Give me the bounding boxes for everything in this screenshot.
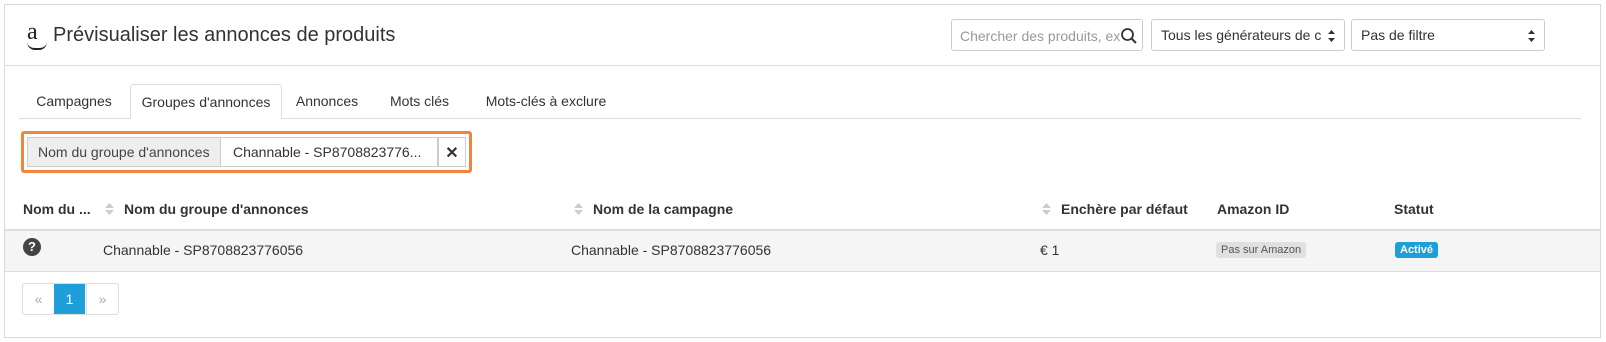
pagination: « 1 » xyxy=(22,283,119,315)
tab-campagnes[interactable]: Campagnes xyxy=(19,84,129,118)
sort-icon[interactable] xyxy=(104,201,115,217)
filter-select[interactable]: Pas de filtre xyxy=(1351,19,1545,51)
tab-groupes-annonces[interactable]: Groupes d'annonces xyxy=(130,84,282,119)
tab-mots-cles-exclure[interactable]: Mots-clés à exclure xyxy=(467,84,625,118)
amazon-status-badge: Pas sur Amazon xyxy=(1216,242,1307,258)
select-arrows-icon xyxy=(1528,30,1535,42)
remove-filter-button[interactable]: ✕ xyxy=(438,137,466,167)
pagination-next-button[interactable]: » xyxy=(86,284,118,314)
cell-ad-group: Channable - SP8708823776056 xyxy=(103,242,304,258)
sort-icon[interactable] xyxy=(573,201,584,217)
column-header-bid[interactable]: Enchère par défaut xyxy=(1061,201,1188,217)
column-header-ad-group[interactable]: Nom du groupe d'annonces xyxy=(124,201,309,217)
column-header-amazon-id: Amazon ID xyxy=(1217,201,1290,217)
amazon-logo-icon: a xyxy=(27,20,49,50)
table-header: Nom du ... Nom du groupe d'annonces Nom … xyxy=(5,191,1600,229)
pagination-prev-button[interactable]: « xyxy=(23,284,54,314)
search-input[interactable] xyxy=(960,26,1120,46)
tab-annonces[interactable]: Annonces xyxy=(282,84,372,118)
column-header-campaign[interactable]: Nom de la campagne xyxy=(593,201,733,217)
generator-select-value: Tous les générateurs de c xyxy=(1161,27,1322,43)
status-badge: Activé xyxy=(1395,242,1439,258)
panel-header: a Prévisualiser les annonces de produits… xyxy=(5,5,1600,66)
cell-bid: € 1 xyxy=(1040,242,1060,258)
question-icon[interactable]: ? xyxy=(23,238,41,256)
generator-select[interactable]: Tous les générateurs de c xyxy=(1151,19,1345,51)
filter-label: Nom du groupe d'annonces xyxy=(27,137,221,167)
preview-panel: a Prévisualiser les annonces de produits… xyxy=(4,4,1601,338)
tab-bar: Campagnes Groupes d'annonces Annonces Mo… xyxy=(19,84,1581,119)
column-header-status: Statut xyxy=(1394,201,1434,217)
search-icon[interactable] xyxy=(1120,27,1138,45)
filter-select-value: Pas de filtre xyxy=(1361,27,1435,43)
active-filter-chip: Nom du groupe d'annonces Channable - SP8… xyxy=(21,131,472,173)
cell-campaign: Channable - SP8708823776056 xyxy=(571,242,772,258)
sort-icon[interactable] xyxy=(1041,201,1052,217)
filter-value: Channable - SP8708823776... xyxy=(221,137,438,167)
tab-mots-cles[interactable]: Mots clés xyxy=(372,84,467,118)
page-title: Prévisualiser les annonces de produits xyxy=(53,24,396,46)
pagination-page-1[interactable]: 1 xyxy=(54,284,85,314)
column-header-nom[interactable]: Nom du ... xyxy=(23,201,91,217)
select-arrows-icon xyxy=(1328,30,1335,42)
search-box[interactable] xyxy=(951,19,1143,51)
table-row[interactable]: ? Channable - SP8708823776056 Channable … xyxy=(5,229,1600,272)
